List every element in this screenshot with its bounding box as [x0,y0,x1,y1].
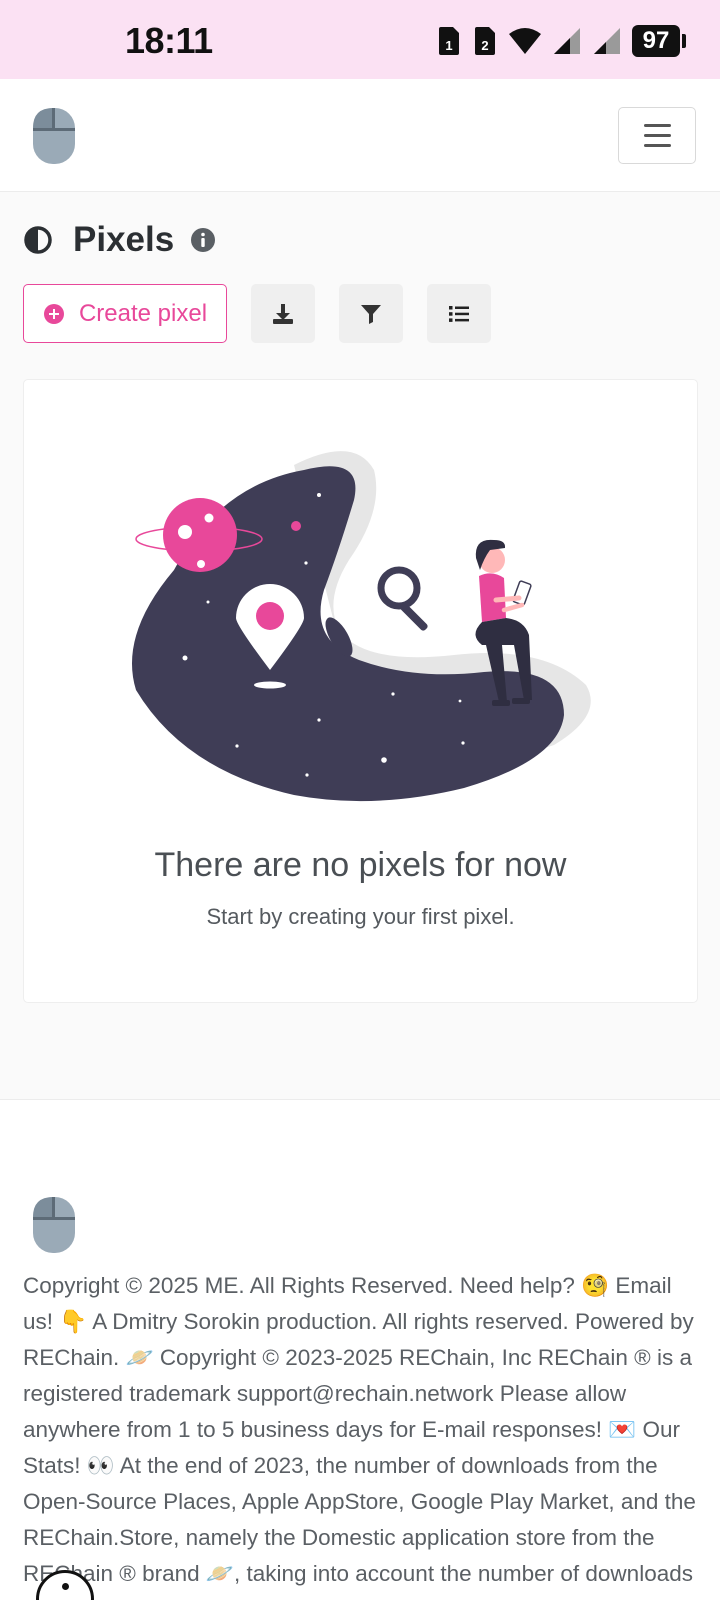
menu-toggle-button[interactable] [618,107,696,164]
create-pixel-button[interactable]: Create pixel [23,284,227,343]
half-circle-icon [24,226,52,254]
empty-state-title: There are no pixels for now [154,846,567,884]
page-header: Pixels [23,215,216,265]
footer-copyright-text: Copyright © 2025 ME. All Rights Reserved… [23,1273,696,1600]
toolbar: Create pixel [23,284,491,343]
filter-button[interactable] [339,284,403,343]
filter-icon [361,304,381,324]
sim-1-icon: 1 [439,27,459,55]
create-pixel-label: Create pixel [78,299,208,327]
mouse-icon[interactable] [32,107,76,170]
empty-space-illustration [131,451,591,802]
list-icon [449,305,469,322]
status-time: 18:11 [125,20,213,61]
page-title: Pixels [73,220,175,259]
empty-state-subtitle: Start by creating your first pixel. [206,904,515,929]
signal-icon [594,28,620,54]
footer: Copyright © 2025 ME. All Rights Reserved… [0,1099,720,1600]
info-icon[interactable] [190,227,216,253]
download-icon [273,303,293,324]
empty-state-card: There are no pixels for now Start by cre… [23,379,698,1003]
hamburger-icon-line [643,144,671,147]
signal-icon [554,28,580,54]
wifi-icon [509,28,541,54]
battery-level: 97 [642,27,670,54]
svg-text:1: 1 [445,38,452,53]
plus-circle-icon [43,303,64,324]
sim-2-icon: 2 [475,27,495,55]
battery-icon: 97 [632,25,686,57]
list-view-button[interactable] [427,284,491,343]
status-bar: 18:11 1 2 97 [0,0,720,79]
hamburger-icon-line [643,124,671,127]
status-icons: 1 2 97 [436,24,686,58]
download-button[interactable] [251,284,315,343]
navbar [0,79,720,192]
mouse-icon[interactable] [32,1196,76,1259]
hamburger-icon-line [643,134,671,137]
svg-text:2: 2 [481,38,488,53]
